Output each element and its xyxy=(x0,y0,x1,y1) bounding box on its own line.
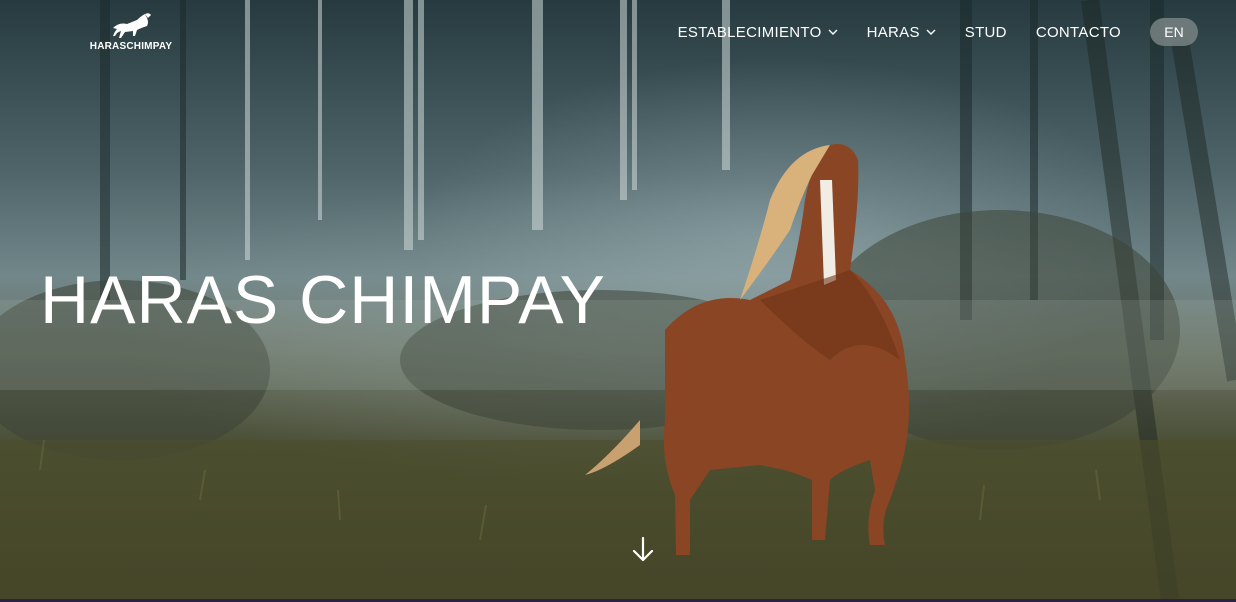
nav-item-label: CONTACTO xyxy=(1035,23,1121,41)
nav-item-label: HARAS xyxy=(866,23,920,41)
site-logo[interactable]: HARASCHIMPAY xyxy=(90,12,172,54)
main-navigation: ESTABLECIMIENTO HARAS STUD CONTACTO EN xyxy=(649,18,1198,46)
nav-item-label: STUD xyxy=(964,23,1007,41)
logo-text: HARASCHIMPAY xyxy=(89,41,173,52)
nav-item-establecimiento[interactable]: ESTABLECIMIENTO xyxy=(678,24,838,41)
language-switch-button[interactable]: EN xyxy=(1150,18,1198,46)
chevron-down-icon xyxy=(828,29,838,35)
arrow-down-icon[interactable] xyxy=(630,535,656,565)
hero-title: HARAS CHIMPAY xyxy=(40,262,606,338)
nav-item-contacto[interactable]: CONTACTO xyxy=(1036,24,1121,41)
hero-section: HARASCHIMPAY ESTABLECIMIENTO HARAS STUD … xyxy=(0,0,1236,602)
chevron-down-icon xyxy=(926,29,936,35)
nav-item-haras[interactable]: HARAS xyxy=(867,24,936,41)
horse-logo-icon xyxy=(113,13,151,38)
nav-item-stud[interactable]: STUD xyxy=(965,24,1007,41)
nav-item-label: ESTABLECIMIENTO xyxy=(677,23,822,41)
